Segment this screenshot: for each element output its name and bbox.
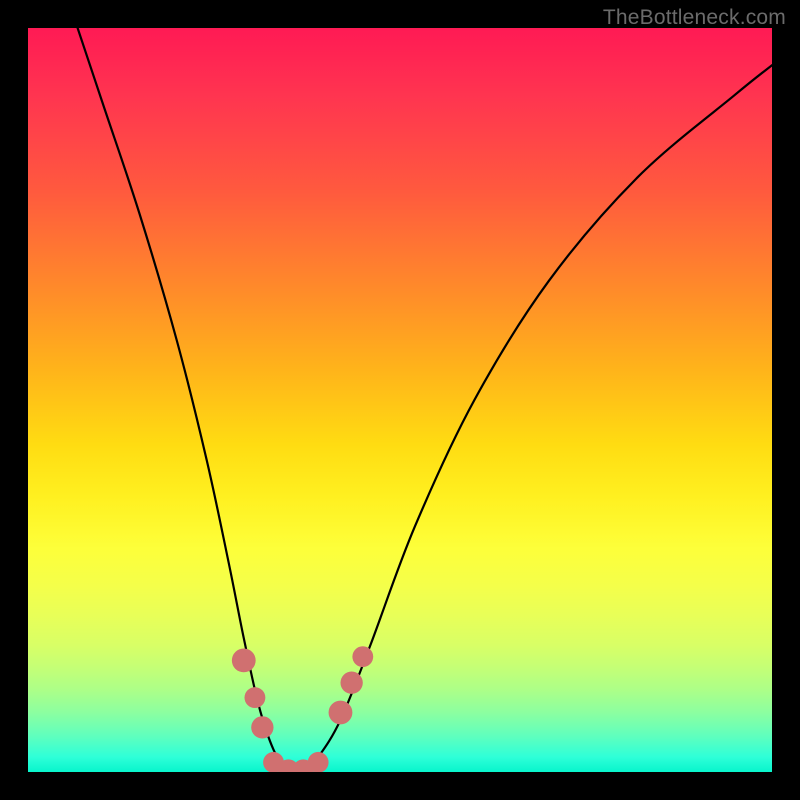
marker-10 xyxy=(352,646,373,667)
marker-3 xyxy=(251,716,273,738)
chart-frame: TheBottleneck.com xyxy=(0,0,800,800)
chart-svg xyxy=(28,28,772,772)
watermark-text: TheBottleneck.com xyxy=(603,6,786,30)
plot-area xyxy=(28,28,772,772)
marker-layer xyxy=(232,646,373,772)
marker-7 xyxy=(308,752,329,772)
marker-8 xyxy=(329,701,353,725)
marker-2 xyxy=(245,687,266,708)
marker-1 xyxy=(232,648,256,672)
bottleneck-curve xyxy=(65,28,772,772)
curve-layer xyxy=(65,28,772,772)
marker-9 xyxy=(340,672,362,694)
